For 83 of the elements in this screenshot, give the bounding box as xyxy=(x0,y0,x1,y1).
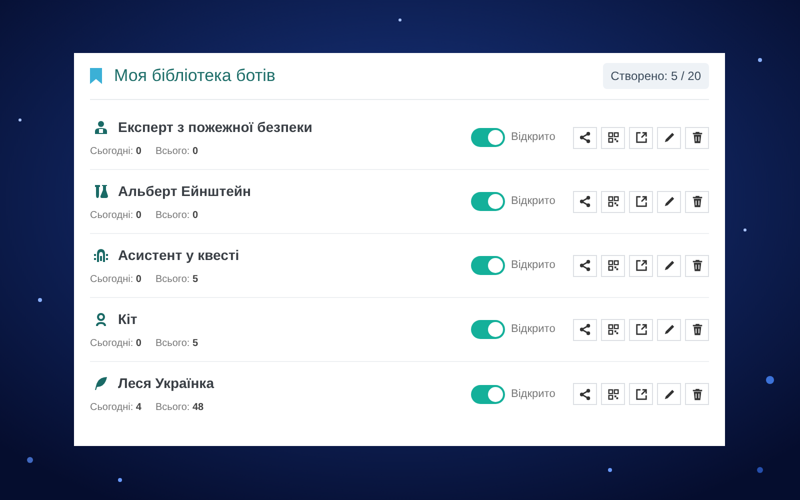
qr-code-icon xyxy=(606,388,620,400)
open-link-button[interactable] xyxy=(629,190,653,212)
external-link-icon xyxy=(634,323,648,336)
status-label: Відкрито xyxy=(511,386,556,402)
arch-icon xyxy=(94,248,108,262)
bot-name: Леся Українка xyxy=(118,374,214,393)
bot-name: Кіт xyxy=(118,310,138,328)
library-title: Моя бібліотека ботів xyxy=(114,65,276,88)
share-button[interactable] xyxy=(573,126,597,148)
total-count: Всього: 48 xyxy=(155,401,204,415)
share-icon xyxy=(578,388,592,400)
total-count: Всього: 0 xyxy=(155,144,198,158)
person-icon xyxy=(94,120,108,134)
delete-button[interactable] xyxy=(685,254,709,276)
toggle-switch[interactable] xyxy=(471,128,505,147)
toggle-switch[interactable] xyxy=(471,320,505,339)
status-label: Відкрито xyxy=(511,322,556,338)
today-count: Сьогодні: 0 xyxy=(90,336,142,350)
share-button[interactable] xyxy=(573,318,597,340)
share-button[interactable] xyxy=(573,383,597,405)
flask-icon xyxy=(94,184,108,198)
pencil-icon xyxy=(662,195,676,208)
today-count: Сьогодні: 0 xyxy=(90,208,142,222)
trash-icon xyxy=(690,131,704,144)
edit-button[interactable] xyxy=(657,190,681,212)
qr-code-icon xyxy=(606,131,620,144)
qr-code-icon xyxy=(606,195,620,208)
open-link-button[interactable] xyxy=(629,126,653,148)
share-icon xyxy=(578,259,592,272)
qr-code-button[interactable] xyxy=(601,190,625,212)
pencil-icon xyxy=(662,323,676,336)
toggle-switch[interactable] xyxy=(471,192,505,211)
status-label: Відкрито xyxy=(511,194,556,210)
share-icon xyxy=(578,195,592,208)
qr-code-button[interactable] xyxy=(601,126,625,148)
person-icon xyxy=(94,312,108,326)
pencil-icon xyxy=(662,131,676,144)
bot-name: Асистент у квесті xyxy=(118,246,240,265)
total-count: Всього: 5 xyxy=(155,272,198,286)
share-icon xyxy=(578,131,592,144)
pencil-icon xyxy=(662,259,676,272)
edit-button[interactable] xyxy=(657,318,681,340)
open-link-button[interactable] xyxy=(629,318,653,340)
edit-button[interactable] xyxy=(657,383,681,405)
today-count: Сьогодні: 0 xyxy=(90,144,142,158)
leaf-icon xyxy=(94,376,108,391)
edit-button[interactable] xyxy=(657,254,681,276)
trash-icon xyxy=(690,323,704,336)
total-count: Всього: 0 xyxy=(155,208,198,222)
share-icon xyxy=(578,323,592,336)
toggle-switch[interactable] xyxy=(471,256,505,275)
status-label: Відкрито xyxy=(511,130,556,146)
open-link-button[interactable] xyxy=(629,383,653,405)
pencil-icon xyxy=(662,388,676,400)
created-counter: Створено: 5 / 20 xyxy=(602,63,709,89)
share-button[interactable] xyxy=(573,190,597,212)
trash-icon xyxy=(690,259,704,272)
status-label: Відкрито xyxy=(511,258,556,274)
bot-name: Експерт з пожежної безпеки xyxy=(118,118,312,137)
external-link-icon xyxy=(634,195,648,208)
toggle-switch[interactable] xyxy=(471,384,505,404)
trash-icon xyxy=(690,195,704,208)
edit-button[interactable] xyxy=(657,126,681,148)
open-link-button[interactable] xyxy=(629,254,653,276)
trash-icon xyxy=(690,388,704,400)
delete-button[interactable] xyxy=(685,190,709,212)
share-button[interactable] xyxy=(573,254,597,276)
external-link-icon xyxy=(634,388,648,400)
bot-name: Альберт Ейнштейн xyxy=(118,182,251,201)
today-count: Сьогодні: 0 xyxy=(90,272,142,286)
delete-button[interactable] xyxy=(685,383,709,405)
qr-code-button[interactable] xyxy=(601,254,625,276)
delete-button[interactable] xyxy=(685,126,709,148)
qr-code-icon xyxy=(606,259,620,272)
bookmark-icon xyxy=(90,68,102,84)
today-count: Сьогодні: 4 xyxy=(90,401,142,415)
qr-code-button[interactable] xyxy=(601,383,625,405)
qr-code-icon xyxy=(606,323,620,336)
qr-code-button[interactable] xyxy=(601,318,625,340)
total-count: Всього: 5 xyxy=(155,336,198,350)
delete-button[interactable] xyxy=(685,318,709,340)
external-link-icon xyxy=(634,259,648,272)
external-link-icon xyxy=(634,131,648,144)
